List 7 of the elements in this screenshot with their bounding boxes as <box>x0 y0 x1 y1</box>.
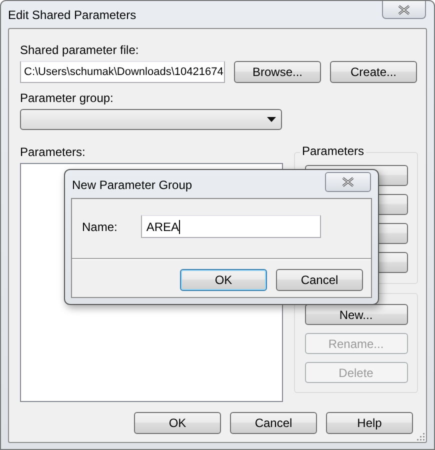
group-box-label: Parameters <box>300 144 366 158</box>
name-label: Name: <box>82 220 118 234</box>
field-label: Parameter group: <box>20 91 114 107</box>
field-label: Shared parameter file: <box>20 43 140 59</box>
dialog-title: New Parameter Group <box>71 177 192 194</box>
window-title: Edit Shared Parameters <box>8 8 136 22</box>
list-label: Parameters: <box>20 145 86 161</box>
